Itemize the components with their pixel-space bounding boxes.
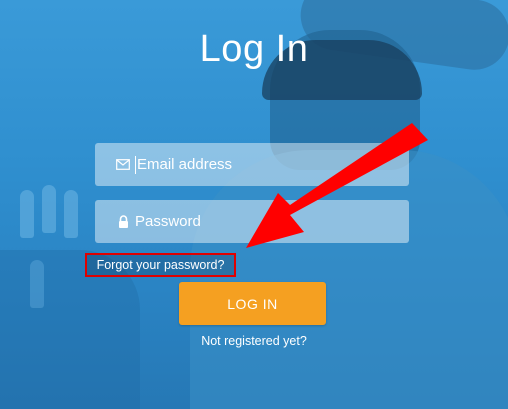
email-input[interactable] bbox=[137, 156, 397, 173]
forgot-password-highlight: Forgot your password? bbox=[85, 253, 236, 277]
lock-icon bbox=[115, 214, 131, 230]
envelope-icon bbox=[115, 157, 131, 173]
page-title: Log In bbox=[199, 28, 309, 70]
password-field[interactable] bbox=[95, 200, 409, 243]
password-input[interactable] bbox=[135, 213, 395, 230]
text-cursor bbox=[135, 155, 136, 174]
login-button[interactable]: LOG IN bbox=[179, 282, 326, 325]
register-link[interactable]: Not registered yet? bbox=[0, 334, 508, 348]
forgot-password-link[interactable]: Forgot your password? bbox=[97, 258, 225, 272]
email-field[interactable] bbox=[95, 143, 409, 186]
